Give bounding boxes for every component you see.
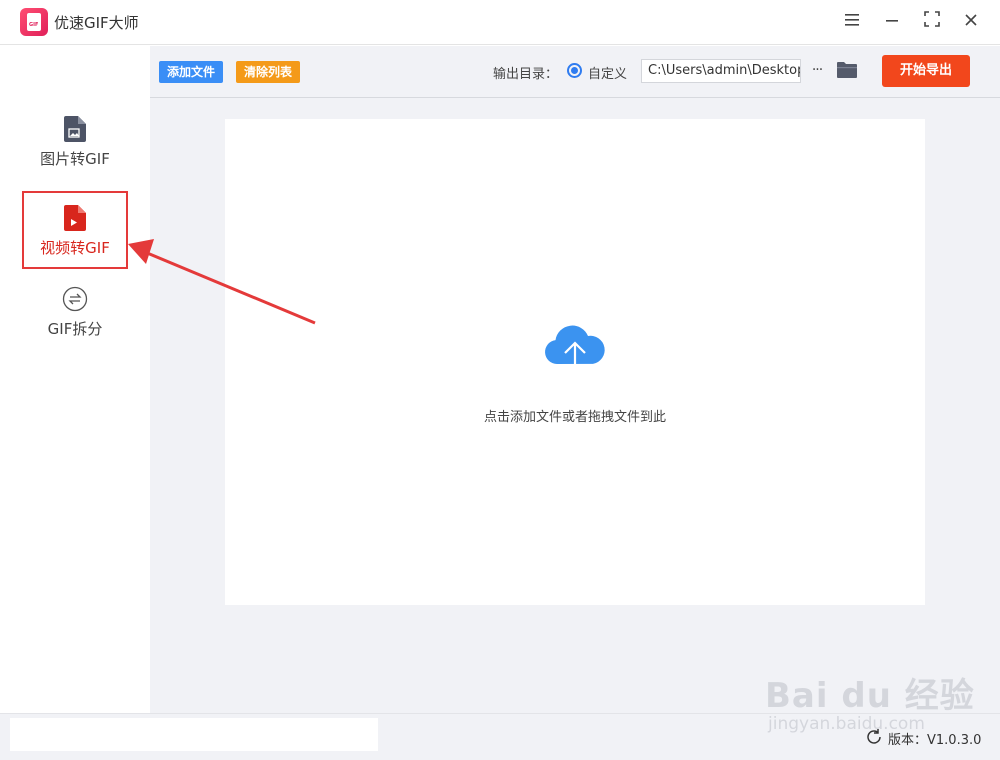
folder-icon xyxy=(837,62,857,78)
video-doc-icon xyxy=(64,205,86,231)
sidebar-item-label: 视频转GIF xyxy=(40,239,110,257)
status-bar: 版本：V1.0.3.0 xyxy=(0,713,1000,760)
sidebar-item-video-to-gif[interactable]: 视频转GIF xyxy=(22,191,128,269)
main-area: 点击添加文件或者拖拽文件到此 xyxy=(150,98,1000,713)
minimize-icon[interactable] xyxy=(880,10,904,34)
sidebar-item-label: 图片转GIF xyxy=(40,150,110,168)
dropzone-hint: 点击添加文件或者拖拽文件到此 xyxy=(483,410,666,425)
custom-radio[interactable] xyxy=(567,63,582,78)
close-icon[interactable] xyxy=(959,10,983,34)
status-field xyxy=(10,718,378,751)
custom-radio-label: 自定义 xyxy=(588,67,628,82)
title-bar: GIF 优速GIF大师 xyxy=(0,0,1000,45)
start-export-button[interactable]: 开始导出 xyxy=(882,55,970,87)
image-doc-icon xyxy=(64,116,86,142)
toolbar: 添加文件 清除列表 输出目录： 自定义 C:\Users\admin\Deskt… xyxy=(150,46,1000,98)
menu-icon[interactable] xyxy=(840,10,864,34)
open-folder-button[interactable] xyxy=(836,61,858,81)
hamburger-icon xyxy=(845,14,859,26)
app-logo-icon: GIF xyxy=(20,8,48,36)
sidebar-item-image-to-gif[interactable]: 图片转GIF xyxy=(22,116,128,194)
app-title: 优速GIF大师 xyxy=(54,14,139,32)
sidebar-item-gif-split[interactable]: GIF拆分 xyxy=(22,286,128,364)
cloud-upload-icon xyxy=(545,325,605,376)
split-icon xyxy=(62,286,88,312)
refresh-icon[interactable] xyxy=(865,728,883,746)
output-dir-label: 输出目录： xyxy=(493,67,559,82)
add-file-button[interactable]: 添加文件 xyxy=(159,61,224,83)
version-label: 版本：V1.0.3.0 xyxy=(888,733,982,748)
maximize-icon[interactable] xyxy=(920,10,944,34)
output-path-input[interactable]: C:\Users\admin\Desktop xyxy=(641,59,801,83)
sidebar-item-label: GIF拆分 xyxy=(47,320,103,338)
clear-list-button[interactable]: 清除列表 xyxy=(236,61,301,83)
file-dropzone[interactable]: 点击添加文件或者拖拽文件到此 xyxy=(225,119,925,605)
sidebar: 图片转GIF 视频转GIF GIF拆分 xyxy=(0,46,150,713)
more-options-button[interactable]: ··· xyxy=(807,59,827,83)
